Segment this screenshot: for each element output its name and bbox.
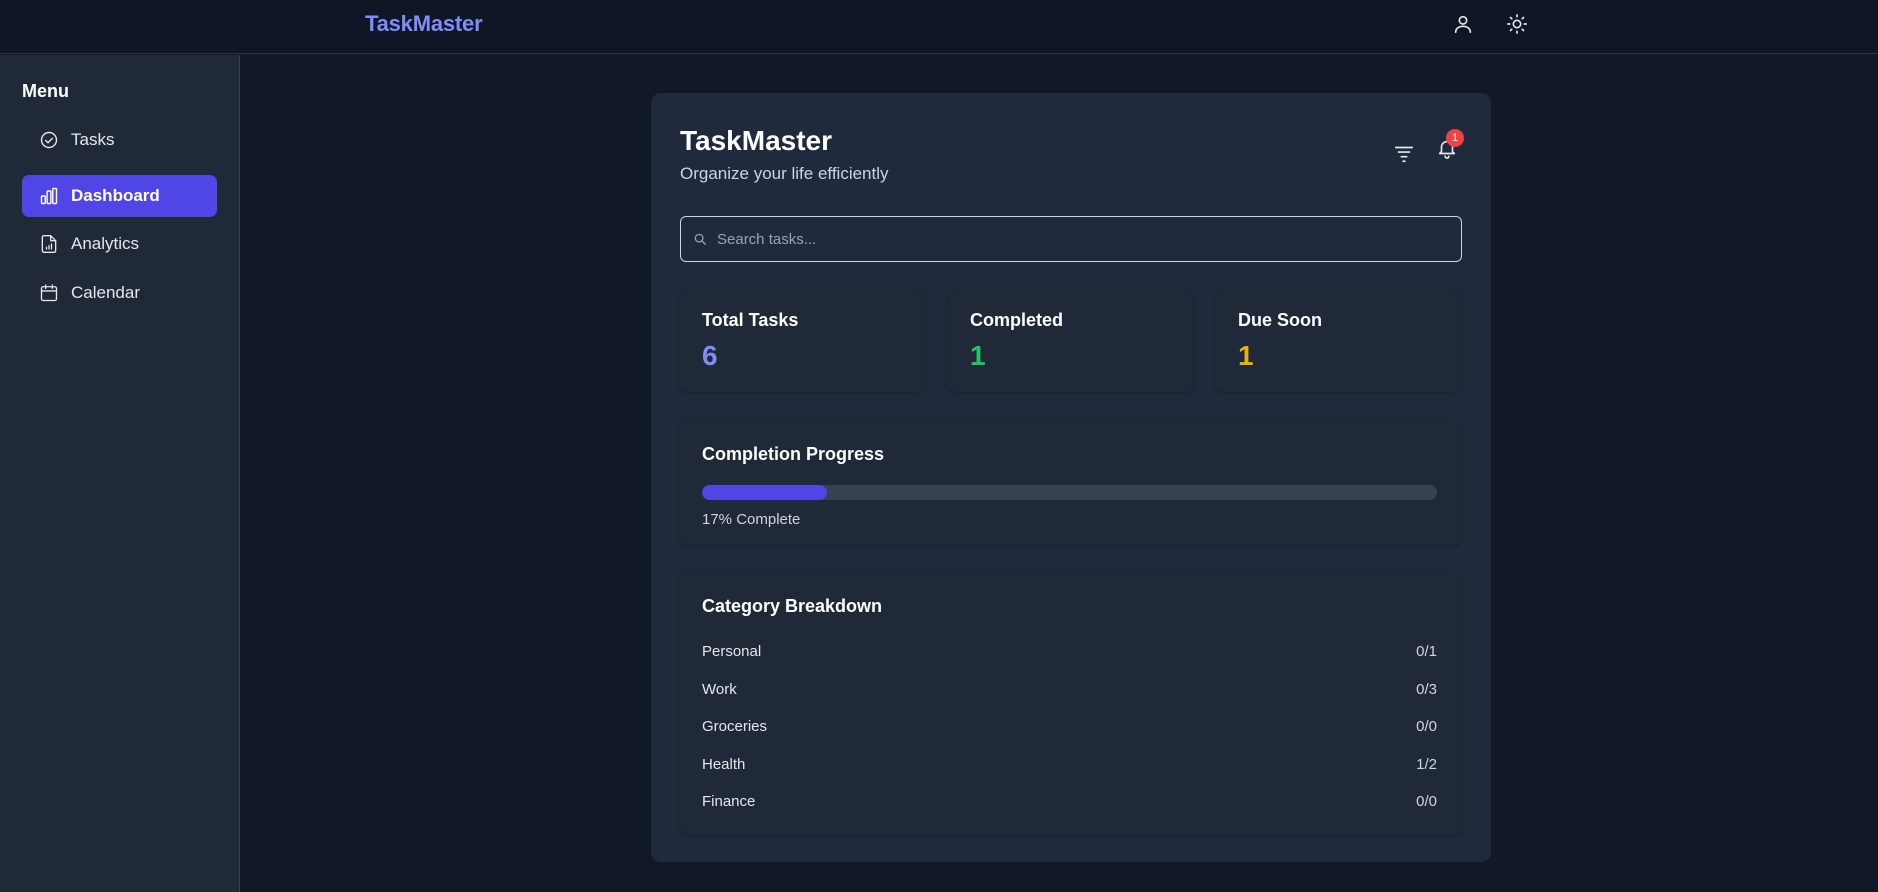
search-box: [680, 216, 1462, 262]
category-count: 0/0: [1416, 793, 1437, 810]
sidebar-item-analytics[interactable]: Analytics: [22, 223, 217, 265]
category-title: Category Breakdown: [702, 596, 883, 616]
category-name: Groceries: [702, 718, 768, 735]
search-input[interactable]: [717, 230, 1447, 248]
sidebar-item-label: Tasks: [71, 130, 115, 149]
sidebar-item-tasks[interactable]: Tasks: [22, 119, 217, 161]
category-count: 0/0: [1416, 718, 1437, 735]
stat-label: Due Soon: [1238, 310, 1322, 330]
app-brand[interactable]: TaskMaster: [365, 11, 483, 37]
sidebar-item-label: Calendar: [71, 283, 140, 302]
progress-bar: [702, 485, 1437, 500]
category-name: Health: [702, 756, 746, 773]
sidebar: Menu Tasks Dashboard Analytics Calendar: [0, 55, 240, 892]
filter-icon[interactable]: [1391, 140, 1417, 166]
check-circle-icon: [40, 131, 58, 149]
category-name: Finance: [702, 793, 756, 810]
list-item: Personal 0/1: [702, 643, 1437, 663]
bar-chart-icon: [40, 187, 58, 205]
sidebar-item-calendar[interactable]: Calendar: [22, 272, 217, 314]
dashboard-card: TaskMaster Organize your life efficientl…: [651, 93, 1491, 862]
notification-badge: 1: [1446, 129, 1464, 147]
category-name: Personal: [702, 643, 762, 660]
sidebar-item-dashboard[interactable]: Dashboard: [22, 175, 217, 217]
stat-value: 6: [702, 340, 718, 371]
stat-label: Total Tasks: [702, 310, 799, 330]
page-title: TaskMaster: [680, 125, 833, 156]
category-name: Work: [702, 681, 737, 698]
sidebar-item-label: Analytics: [71, 234, 140, 253]
sidebar-item-label: Dashboard: [71, 186, 160, 205]
top-bar: TaskMaster: [0, 0, 1878, 54]
list-item: Finance 0/0: [702, 793, 1437, 813]
page-subtitle: Organize your life efficiently: [680, 164, 889, 183]
progress-label: 17% Complete: [702, 511, 801, 528]
user-icon[interactable]: [1451, 12, 1475, 36]
stat-value: 1: [970, 340, 986, 371]
category-count: 1/2: [1416, 756, 1437, 773]
calendar-icon: [40, 284, 58, 302]
stat-card-completed: Completed 1: [948, 290, 1194, 392]
category-count: 0/3: [1416, 681, 1437, 698]
category-count: 0/1: [1416, 643, 1437, 660]
progress-fill: [702, 485, 827, 500]
stat-label: Completed: [970, 310, 1064, 330]
list-item: Health 1/2: [702, 756, 1437, 776]
search-icon: [694, 233, 706, 245]
stat-card-due-soon: Due Soon 1: [1216, 290, 1462, 392]
sidebar-title: Menu: [22, 81, 69, 101]
progress-title: Completion Progress: [702, 444, 885, 464]
list-item: Work 0/3: [702, 681, 1437, 701]
file-chart-icon: [41, 235, 57, 253]
list-item: Groceries 0/0: [702, 718, 1437, 738]
progress-panel: Completion Progress 17% Complete: [680, 419, 1462, 545]
stat-card-total: Total Tasks 6: [680, 290, 926, 392]
stat-value: 1: [1238, 340, 1254, 371]
category-panel: Category Breakdown Personal 0/1 Work 0/3…: [680, 571, 1462, 835]
sun-icon[interactable]: [1505, 12, 1529, 36]
